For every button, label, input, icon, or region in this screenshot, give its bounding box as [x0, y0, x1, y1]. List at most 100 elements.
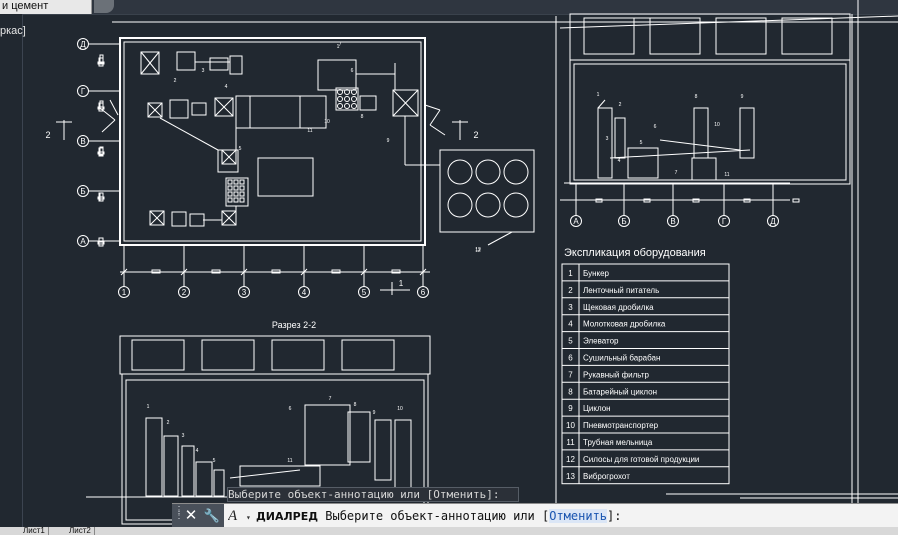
plan-break-left-b — [101, 119, 116, 133]
plan-mill-grid-3-0 — [227, 197, 233, 203]
section1-fan — [691, 157, 717, 181]
section1-callout-4: 4 — [618, 158, 621, 164]
plan-col-bubble-6: 6 — [421, 288, 426, 297]
explication-row-num-7: 7 — [568, 370, 573, 379]
section2-bunker-tall — [145, 417, 163, 497]
command-name: ДИАЛРЕД — [256, 510, 319, 523]
section1-elevator — [614, 117, 626, 159]
section2-crusher-small — [213, 469, 225, 497]
plan-axis-bubble-В: В — [80, 137, 85, 146]
plan-axis-bubble-Б: Б — [80, 187, 85, 196]
section1-callout-6: 6 — [654, 124, 657, 130]
plan-axis-bubble-Г: Г — [81, 87, 86, 96]
section1-pipe-2 — [659, 139, 741, 151]
explication-row-num-6: 6 — [568, 354, 573, 363]
plan-hopper-1 — [229, 55, 243, 75]
section1-callout-10: 10 — [714, 122, 720, 128]
section2-callout-1: 1 — [147, 404, 150, 410]
plan-cyclone-cell-2-1 — [351, 96, 357, 102]
explication-row-num-4: 4 — [568, 320, 573, 329]
explication-row-name-1: Бункер — [583, 269, 610, 278]
wrench-icon[interactable]: 🔧 — [203, 506, 221, 526]
explication-row-name-6: Сушильный барабан — [583, 354, 660, 363]
explication-row-name-11: Трубная мельница — [583, 438, 653, 447]
cancel-option[interactable]: Отменить — [549, 509, 608, 523]
plan-silo-6 — [503, 192, 529, 218]
plan-silo-5 — [475, 192, 501, 218]
command-prompt-text: Выберите объект-аннотацию или [ — [318, 509, 550, 523]
plan-mill-grid-0-1 — [233, 179, 239, 185]
grip-handle-icon[interactable]: ⋮ ⋮ — [174, 506, 184, 524]
plan-callout-7: 7 — [339, 42, 342, 48]
plan-col-bubble-3: 3 — [242, 288, 247, 297]
section2-silo — [394, 419, 412, 491]
layout-tabs: Лист1 Лист2 — [0, 527, 898, 535]
plan-cyclone-cell-1-2 — [344, 103, 350, 109]
explication-row-name-10: Пневмотранспортер — [583, 421, 659, 430]
plan-feeder-3 — [171, 211, 187, 227]
plan-silo-2 — [475, 159, 501, 185]
section2-window-2 — [271, 339, 325, 371]
section2-title: Разрез 2-2 — [272, 320, 316, 330]
plan-axis-bubble-А: А — [80, 237, 86, 246]
section1-dim-mark-4 — [792, 198, 800, 203]
command-line[interactable]: ⋮ ⋮ ✕ 🔧 A ▾ ДИАЛРЕД Выберите объект-аннотац… — [172, 503, 898, 528]
close-icon[interactable]: ✕ — [183, 506, 199, 526]
section2-feeder — [195, 461, 213, 497]
layout-tab-2[interactable]: Лист2 — [66, 527, 95, 535]
plan-mill-grid-2-0 — [227, 191, 233, 197]
explication-row-num-2: 2 — [568, 286, 573, 295]
plan-section-mark-left: 2 — [45, 130, 50, 140]
section2-window-1 — [201, 339, 255, 371]
plan-bag-filter — [317, 59, 357, 91]
plan-callout-11: 11 — [307, 128, 312, 134]
plan-break-a — [424, 104, 441, 111]
explication-row-name-5: Элеватор — [583, 337, 619, 346]
section2-crusher — [181, 445, 195, 497]
section1-callout-5: 5 — [640, 140, 643, 146]
plan-inner-wall — [123, 41, 422, 242]
layout-tab-1[interactable]: Лист1 — [20, 527, 49, 535]
section2-roof — [119, 335, 431, 375]
plan-cyclone-cell-0-1 — [337, 96, 343, 102]
section2-callout-3: 3 — [182, 433, 185, 439]
plan-silo-leader — [487, 231, 513, 246]
explication-row-name-12: Силосы для готовой продукции — [583, 455, 699, 464]
plan-silo-callout-12: 12 — [475, 247, 481, 253]
section1-window-2 — [715, 17, 767, 55]
plan-col-bubble-2: 2 — [182, 288, 187, 297]
drawing-canvas[interactable]: ДГВБА1 2 3 4 5 62 2112345678910111212А Б В Г Д1234… — [0, 0, 898, 535]
plan-break-c — [429, 124, 446, 136]
explication-row-num-5: 5 — [568, 337, 573, 346]
plan-jaw-crusher — [169, 99, 189, 119]
section1-window-0 — [583, 17, 635, 55]
plan-silo-block — [439, 149, 535, 233]
plan-cyclone-cell-2-2 — [351, 103, 357, 109]
section1-window-3 — [781, 17, 833, 55]
section1-callout-8: 8 — [695, 94, 698, 100]
plan-callout-10: 10 — [324, 119, 330, 125]
plan-dim-mark: 1 — [399, 279, 404, 288]
plan-section-mark-right: 2 — [473, 130, 478, 140]
plan-fan — [359, 95, 377, 111]
section1-axis-Г: Г — [722, 217, 727, 226]
plan-callout-9: 9 — [387, 138, 390, 144]
explication-row-num-11: 11 — [566, 438, 575, 447]
plan-callout-6: 6 — [351, 68, 354, 74]
explication-row-num-8: 8 — [568, 387, 573, 396]
section1-callout-9: 9 — [741, 94, 744, 100]
plan-feeder-2 — [191, 102, 207, 116]
explication-row-name-8: Батарейный циклон — [583, 387, 657, 396]
section2-callout-11: 11 — [287, 458, 292, 464]
annotation-edit-icon[interactable]: A — [228, 506, 246, 526]
explication-row-name-4: Молотковая дробилка — [583, 320, 666, 329]
chevron-down-icon[interactable]: ▾ — [246, 508, 256, 526]
plan-mill-grid-0-2 — [239, 179, 245, 185]
explication-row-name-7: Рукавный фильтр — [583, 370, 649, 379]
command-prompt[interactable]: A ▾ ДИАЛРЕД Выберите объект-аннотацию или … — [228, 506, 893, 526]
plan-col-bubble-4: 4 — [302, 288, 307, 297]
plan-col-bubble-5: 5 — [362, 288, 367, 297]
explication-row-num-1: 1 — [568, 269, 573, 278]
annotation-tooltip: Выберите объект-аннотацию или [Отменить]… — [227, 487, 519, 502]
plan-mill-grid-1-2 — [239, 185, 245, 191]
